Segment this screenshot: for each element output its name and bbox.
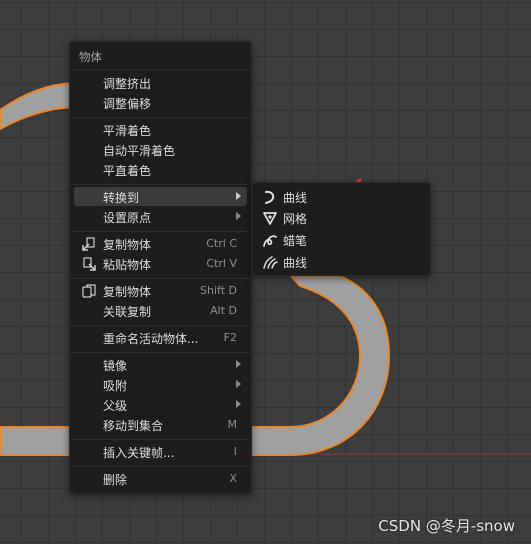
menu-separator bbox=[71, 117, 250, 118]
menu-separator bbox=[71, 278, 250, 279]
menu-item-shortcut: Shift D bbox=[200, 284, 237, 297]
menu-separator bbox=[71, 184, 250, 185]
menu-item-label: 粘贴物体 bbox=[103, 258, 152, 272]
menu-separator bbox=[71, 325, 250, 326]
copy-object-icon bbox=[82, 237, 95, 251]
submenu-item-label: 蜡笔 bbox=[283, 234, 308, 248]
menu-item-delete[interactable]: 删除 X bbox=[74, 469, 247, 488]
menu-item-convert-to[interactable]: 转换到 bbox=[74, 187, 247, 206]
menu-item-label: 移动到集合 bbox=[103, 419, 164, 433]
menu-item-label: 转换到 bbox=[103, 191, 140, 205]
convert-to-submenu: 曲线 网格 蜡笔 曲线 bbox=[251, 182, 431, 276]
menu-item-label: 平滑着色 bbox=[103, 124, 152, 138]
submenu-arrow-icon bbox=[236, 360, 241, 368]
menu-item-copy-objects[interactable]: 复制物体 Ctrl C bbox=[74, 234, 247, 253]
menu-item-shortcut: X bbox=[229, 472, 237, 485]
menu-item-label: 关联复制 bbox=[103, 305, 152, 319]
menu-separator bbox=[71, 352, 250, 353]
menu-item-set-origin[interactable]: 设置原点 bbox=[74, 207, 247, 226]
menu-item-snap[interactable]: 吸附 bbox=[74, 375, 247, 394]
menu-item-label: 调整挤出 bbox=[103, 77, 152, 91]
menu-item-paste-objects[interactable]: 粘贴物体 Ctrl V bbox=[74, 254, 247, 273]
menu-item-label: 自动平滑着色 bbox=[103, 144, 176, 158]
curve-icon bbox=[265, 190, 275, 204]
mesh-icon bbox=[263, 212, 277, 225]
submenu-item-label: 曲线 bbox=[283, 256, 308, 270]
menu-item-insert-keyframe[interactable]: 插入关键帧... I bbox=[74, 442, 247, 461]
menu-item-label: 设置原点 bbox=[103, 211, 152, 225]
menu-item-label: 插入关键帧... bbox=[103, 446, 175, 460]
menu-item-label: 复制物体 bbox=[103, 238, 152, 252]
submenu-item-label: 网格 bbox=[283, 212, 308, 226]
submenu-arrow-icon bbox=[236, 380, 241, 388]
menu-item-shade-flat[interactable]: 平直着色 bbox=[74, 160, 247, 179]
menu-item-duplicate-linked[interactable]: 关联复制 Alt D bbox=[74, 301, 247, 320]
menu-item-label: 平直着色 bbox=[103, 164, 152, 178]
menu-item-shade-smooth[interactable]: 平滑着色 bbox=[74, 120, 247, 139]
submenu-item-mesh[interactable]: 网格 bbox=[256, 208, 426, 227]
menu-item-label: 吸附 bbox=[103, 379, 128, 393]
menu-item-mirror[interactable]: 镜像 bbox=[74, 355, 247, 374]
submenu-item-grease-pencil[interactable]: 蜡笔 bbox=[256, 230, 426, 249]
menu-item-duplicate-objects[interactable]: 复制物体 Shift D bbox=[74, 281, 247, 300]
menu-separator bbox=[71, 466, 250, 467]
submenu-item-label: 曲线 bbox=[283, 191, 308, 205]
grease-pencil-icon bbox=[263, 235, 277, 247]
submenu-arrow-icon bbox=[236, 212, 241, 220]
menu-item-label: 删除 bbox=[103, 473, 128, 487]
submenu-item-curves-hair[interactable]: 曲线 bbox=[256, 252, 426, 271]
menu-item-shade-auto-smooth[interactable]: 自动平滑着色 bbox=[74, 140, 247, 159]
menu-item-shortcut: M bbox=[227, 418, 238, 431]
menu-item-rename-active-object[interactable]: 重命名活动物体... F2 bbox=[74, 328, 247, 347]
menu-separator bbox=[71, 69, 250, 70]
menu-separator bbox=[71, 231, 250, 232]
menu-item-adjust-offset[interactable]: 调整偏移 bbox=[74, 93, 247, 112]
menu-item-shortcut: I bbox=[233, 445, 237, 458]
menu-item-label: 父级 bbox=[103, 399, 128, 413]
menu-item-shortcut: Ctrl C bbox=[206, 237, 237, 250]
submenu-arrow-icon bbox=[236, 192, 241, 200]
menu-title: 物体 bbox=[79, 50, 102, 64]
menu-item-adjust-extrude[interactable]: 调整挤出 bbox=[74, 73, 247, 92]
duplicate-objects-icon bbox=[82, 284, 96, 298]
menu-item-shortcut: Ctrl V bbox=[206, 257, 237, 270]
submenu-item-curve[interactable]: 曲线 bbox=[256, 187, 426, 206]
watermark: CSDN @冬月-snow bbox=[378, 517, 515, 535]
menu-item-move-to-collection[interactable]: 移动到集合 M bbox=[74, 415, 247, 434]
menu-item-shortcut: F2 bbox=[223, 331, 237, 344]
submenu-arrow-icon bbox=[236, 400, 241, 408]
curves-hair-icon bbox=[263, 256, 278, 269]
menu-item-label: 重命名活动物体... bbox=[103, 332, 199, 346]
menu-item-shortcut: Alt D bbox=[210, 304, 237, 317]
menu-separator bbox=[71, 439, 250, 440]
menu-item-label: 镜像 bbox=[103, 359, 128, 373]
menu-item-label: 复制物体 bbox=[103, 285, 152, 299]
menu-item-parent[interactable]: 父级 bbox=[74, 395, 247, 414]
menu-item-label: 调整偏移 bbox=[103, 97, 152, 111]
object-context-menu: 物体 调整挤出 调整偏移 平滑着色 自动平滑着色 平直着色 转换到 设置原点 复… bbox=[69, 41, 252, 494]
paste-object-icon bbox=[83, 257, 96, 271]
